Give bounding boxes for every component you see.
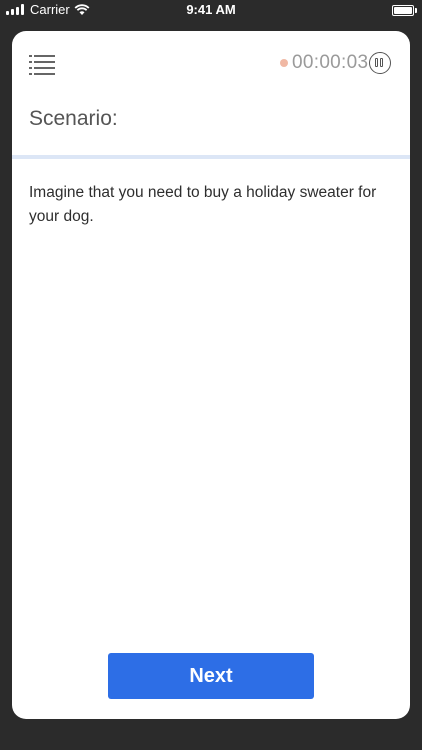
battery-icon (392, 5, 417, 16)
timer-text: 00:00:03 (292, 52, 369, 73)
next-button[interactable]: Next (108, 653, 314, 699)
status-time: 9:41 AM (186, 2, 236, 17)
recording-timer: 00:00:03 (280, 52, 368, 74)
scenario-text: Imagine that you need to buy a holiday s… (29, 184, 377, 225)
scenario-label: Scenario: (29, 107, 118, 130)
status-bar: Carrier 9:41 AM (0, 0, 422, 22)
task-card: 00:00:03 Scenario: Imagine that you need… (12, 31, 410, 719)
list-menu-icon[interactable] (29, 55, 55, 75)
recording-dot-icon (280, 59, 288, 67)
pause-icon[interactable] (369, 52, 391, 74)
divider (12, 155, 410, 159)
